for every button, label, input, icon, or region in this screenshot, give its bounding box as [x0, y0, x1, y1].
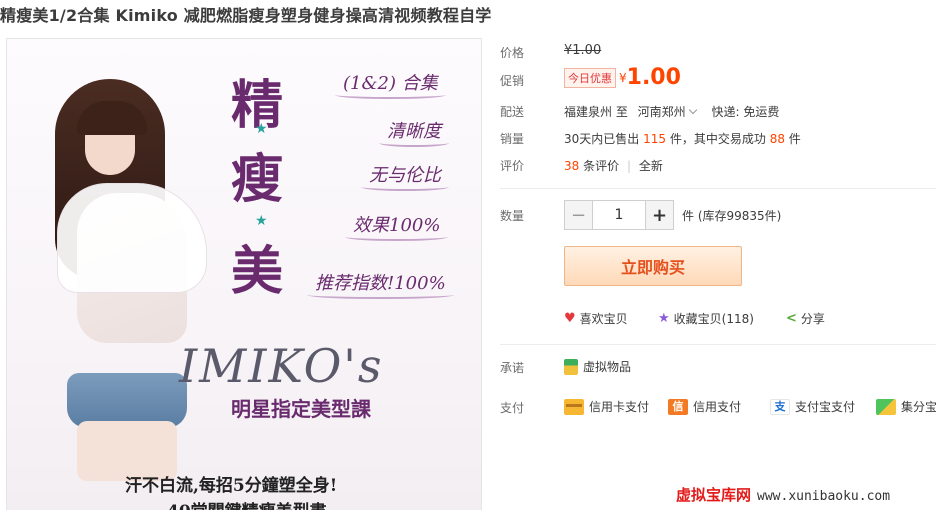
price-label: 价格 — [500, 46, 525, 60]
poster-brand: IMIKO's — [179, 339, 384, 393]
quantity-label: 数量 — [500, 209, 525, 223]
shipping-row: 福建泉州 至 河南郑州 快递: 免运费 — [564, 103, 779, 120]
sales-row: 30天内已售出 115 件，其中交易成功 88 件 — [564, 130, 801, 147]
like-button[interactable]: ♥ 喜欢宝贝 — [564, 310, 628, 327]
share-label: 分享 — [800, 312, 825, 326]
review-text: 条评价 — [583, 159, 620, 173]
divider — [500, 188, 936, 189]
sales-mid: 件，其中交易成功 — [669, 132, 766, 146]
share-icon: < — [786, 311, 797, 326]
quantity-stepper: − + — [564, 200, 674, 230]
poster-slogan-4: 效果100% — [344, 211, 449, 241]
promo-label: 促销 — [500, 74, 525, 88]
payment-credit: 信 信用支付 — [668, 398, 741, 415]
quantity-input[interactable] — [593, 201, 645, 229]
like-label: 喜欢宝贝 — [579, 312, 628, 326]
review-condition: 全新 — [638, 159, 663, 173]
poster-brand-sub: 明星指定美型課 — [231, 397, 371, 421]
poster-slogan-3: 无与伦比 — [361, 161, 449, 191]
review-label: 评价 — [500, 159, 525, 173]
ship-from: 福建泉州 至 — [564, 105, 628, 119]
currency-symbol: ¥ — [619, 70, 627, 85]
star-icon: ★ — [658, 311, 670, 326]
credit-card-icon — [564, 398, 584, 415]
payment-jifenbao: 集分宝 — [876, 398, 936, 415]
payment-label-credit-card: 信用卡支付 — [589, 400, 650, 414]
poster-char-3: 美 — [231, 241, 284, 302]
promo-price-row: 今日优惠 ¥1.00 — [564, 65, 681, 90]
star-icon: ★ — [255, 121, 268, 137]
sales-label: 销量 — [500, 132, 525, 146]
product-main-image[interactable]: 精 ★ 瘦 ★ 美 (1&2) 合集 清晰度 无与伦比 效果100% 推荐指数!… — [6, 38, 482, 510]
review-count: 38 — [564, 159, 580, 173]
promise-value: 虚拟物品 — [583, 360, 632, 374]
share-button[interactable]: < 分享 — [786, 310, 825, 327]
sales-count: 115 — [643, 132, 667, 146]
alipay-icon: 支 — [770, 398, 790, 415]
virtual-goods-icon — [564, 358, 578, 375]
payment-label-jifenbao: 集分宝 — [901, 400, 936, 414]
promise-label: 承诺 — [500, 361, 525, 375]
sales-success-count: 88 — [769, 132, 785, 146]
promise-row: 虚拟物品 — [564, 358, 631, 375]
poster-slogan-1: (1&2) 合集 — [335, 69, 446, 99]
ship-to-select[interactable]: 河南郑州 — [638, 105, 702, 119]
credit-pay-icon: 信 — [668, 398, 688, 415]
poster-char-2: 瘦 — [231, 149, 284, 210]
promo-badge: 今日优惠 — [564, 67, 616, 88]
jifenbao-icon — [876, 398, 896, 415]
watermark-url: www.xunibaoku.com — [757, 489, 891, 504]
buy-now-button[interactable]: 立即购买 — [564, 246, 742, 286]
payment-label-alipay: 支付宝支付 — [795, 400, 856, 414]
product-title: 精瘦美1/2合集 Kimiko 减肥燃脂瘦身塑身健身操高清视频教程自学 — [0, 6, 492, 25]
payment-credit-card: 信用卡支付 — [564, 398, 649, 415]
review-link[interactable]: 38 条评价 | 全新 — [564, 157, 663, 174]
star-icon: ★ — [255, 213, 268, 229]
shipping-fee: 快递: 免运费 — [711, 105, 780, 119]
payment-label: 支付 — [500, 401, 525, 415]
shipping-label: 配送 — [500, 105, 525, 119]
payment-label-credit: 信用支付 — [693, 400, 742, 414]
poster-slogan-5: 推荐指数!100% — [307, 269, 454, 299]
sales-prefix: 30天内已售出 — [564, 132, 640, 146]
heart-icon: ♥ — [564, 311, 576, 326]
stock-text: 件 (库存99835件) — [682, 209, 782, 223]
poster-slogan-2: 清晰度 — [379, 117, 449, 147]
decrease-button[interactable]: − — [565, 201, 593, 229]
model-figure — [37, 73, 227, 481]
favorite-label: 收藏宝贝(118) — [673, 312, 754, 326]
promo-price: 1.00 — [626, 65, 681, 90]
poster-bottom-line-1: 汗不白流,每招5分鐘塑全身! — [125, 476, 338, 496]
payment-alipay: 支 支付宝支付 — [770, 398, 855, 415]
chevron-down-icon — [688, 105, 697, 115]
favorite-button[interactable]: ★ 收藏宝贝(118) — [658, 310, 754, 327]
sales-suffix: 件 — [788, 132, 801, 146]
ship-to: 河南郑州 — [637, 105, 686, 119]
review-separator: | — [626, 159, 631, 173]
poster-bottom-line-2: 40堂關鍵精瘦美型書 — [167, 497, 327, 510]
original-price: ¥1.00 — [564, 43, 602, 58]
watermark-name: 虚拟宝库网 — [676, 486, 752, 504]
site-watermark: 虚拟宝库网 www.xunibaoku.com — [676, 484, 890, 505]
increase-button[interactable]: + — [645, 201, 673, 229]
divider — [500, 344, 936, 345]
